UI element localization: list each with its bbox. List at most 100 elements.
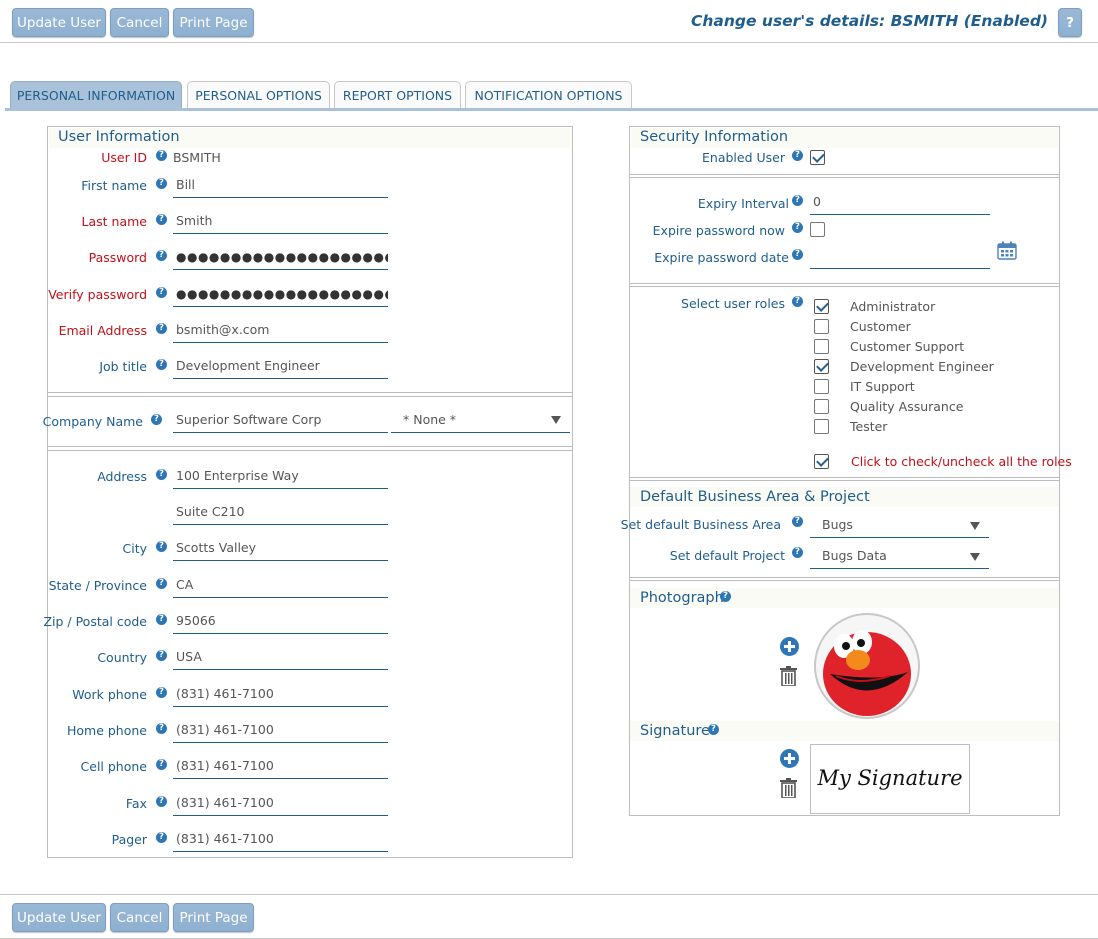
tab-personal-information[interactable]: PERSONAL INFORMATION <box>10 81 182 110</box>
print-page-button[interactable]: Print Page <box>173 903 254 932</box>
help-icon[interactable]: ? <box>792 516 803 527</box>
password-field[interactable]: ●●●●●●●●●●●●●●●●●●●● <box>173 246 388 270</box>
role-development-engineer-label: Development Engineer <box>850 359 994 374</box>
country-field[interactable]: USA <box>173 646 388 670</box>
tab-personal-options[interactable]: PERSONAL OPTIONS <box>187 81 330 109</box>
update-user-button[interactable]: Update User <box>12 903 106 932</box>
expiry-interval-label: Expiry Interval <box>697 196 789 211</box>
expiry-interval-field[interactable]: 0 <box>810 191 990 215</box>
divider <box>48 392 572 393</box>
first-name-field[interactable]: Bill <box>173 174 388 198</box>
delete-signature-icon[interactable] <box>780 778 797 798</box>
print-page-button[interactable]: Print Page <box>173 8 254 37</box>
cancel-button[interactable]: Cancel <box>110 8 169 37</box>
zip-field[interactable]: 95066 <box>173 610 388 634</box>
address-line2-field[interactable]: Suite C210 <box>173 501 388 525</box>
help-icon[interactable]: ? <box>720 591 731 602</box>
help-icon[interactable]: ? <box>156 541 167 552</box>
help-icon[interactable]: ? <box>156 250 167 261</box>
signature-image: My Signature <box>817 766 963 790</box>
calendar-icon[interactable] <box>997 241 1017 260</box>
help-icon[interactable]: ? <box>792 195 803 206</box>
expire-date-field[interactable] <box>810 245 990 269</box>
zip-label: Zip / Postal code <box>43 614 147 629</box>
chevron-down-icon[interactable] <box>970 553 980 561</box>
state-field[interactable]: CA <box>173 574 388 598</box>
expire-now-checkbox[interactable] <box>810 222 825 237</box>
help-button[interactable]: ? <box>1058 8 1082 37</box>
user-information-panel: User Information <box>47 126 573 858</box>
help-icon[interactable]: ? <box>792 222 803 233</box>
help-icon[interactable]: ? <box>156 759 167 770</box>
email-field[interactable]: bsmith@x.com <box>173 319 388 343</box>
tab-bar-underline <box>5 108 1098 111</box>
city-field[interactable]: Scotts Valley <box>173 537 388 561</box>
help-icon[interactable]: ? <box>156 178 167 189</box>
cancel-button[interactable]: Cancel <box>110 903 169 932</box>
pager-label: Pager <box>111 832 147 847</box>
role-administrator-checkbox[interactable] <box>814 299 829 314</box>
help-icon[interactable]: ? <box>156 687 167 698</box>
default-project-label: Set default Project <box>669 548 785 563</box>
delete-photo-icon[interactable] <box>780 666 797 686</box>
divider <box>48 396 572 397</box>
help-icon[interactable]: ? <box>156 614 167 625</box>
add-signature-icon[interactable] <box>780 749 799 768</box>
signature-box: My Signature <box>810 744 970 814</box>
toggle-all-roles-label[interactable]: Click to check/uncheck all the roles <box>851 454 1072 469</box>
toggle-all-roles-checkbox[interactable] <box>814 454 829 469</box>
help-icon[interactable]: ? <box>792 296 803 307</box>
role-quality-assurance-label: Quality Assurance <box>850 399 964 414</box>
role-customer-checkbox[interactable] <box>814 319 829 334</box>
chevron-down-icon[interactable] <box>970 522 980 530</box>
help-icon[interactable]: ? <box>156 359 167 370</box>
help-icon[interactable]: ? <box>156 832 167 843</box>
tab-notification-options[interactable]: NOTIFICATION OPTIONS <box>465 81 632 109</box>
pager-field[interactable]: (831) 461-7100 <box>173 828 388 852</box>
role-it-support-checkbox[interactable] <box>814 379 829 394</box>
help-icon[interactable]: ? <box>792 150 803 161</box>
help-icon[interactable]: ? <box>792 547 803 558</box>
bottom-divider <box>0 894 1098 895</box>
help-icon[interactable]: ? <box>156 150 167 161</box>
job-title-field[interactable]: Development Engineer <box>173 355 388 379</box>
default-business-area-label: Set default Business Area <box>620 517 781 532</box>
fax-field[interactable]: (831) 461-7100 <box>173 792 388 816</box>
help-icon[interactable]: ? <box>156 469 167 480</box>
help-icon[interactable]: ? <box>156 323 167 334</box>
chevron-down-icon[interactable] <box>551 416 561 424</box>
help-icon[interactable]: ? <box>156 214 167 225</box>
help-icon[interactable]: ? <box>156 287 167 298</box>
role-tester-checkbox[interactable] <box>814 419 829 434</box>
last-name-field[interactable]: Smith <box>173 210 388 234</box>
cell-phone-field[interactable]: (831) 461-7100 <box>173 755 388 779</box>
help-icon[interactable]: ? <box>792 249 803 260</box>
last-name-label: Last name <box>81 214 147 229</box>
work-phone-label: Work phone <box>72 687 147 702</box>
photograph-title: Photograph <box>640 590 724 606</box>
expire-now-label: Expire password now <box>652 223 785 238</box>
project-select[interactable]: Bugs Data <box>810 545 989 569</box>
help-icon[interactable]: ? <box>151 414 162 425</box>
company-select[interactable]: * None * <box>391 409 570 433</box>
add-photo-icon[interactable] <box>780 637 799 656</box>
role-development-engineer-checkbox[interactable] <box>814 359 829 374</box>
role-customer-support-checkbox[interactable] <box>814 339 829 354</box>
address-line1-field[interactable]: 100 Enterprise Way <box>173 465 388 489</box>
home-phone-field[interactable]: (831) 461-7100 <box>173 719 388 743</box>
work-phone-field[interactable]: (831) 461-7100 <box>173 683 388 707</box>
help-icon[interactable]: ? <box>156 723 167 734</box>
enabled-user-checkbox[interactable] <box>810 150 825 165</box>
divider <box>48 446 572 447</box>
tab-report-options[interactable]: REPORT OPTIONS <box>334 81 461 109</box>
signature-title: Signature <box>640 723 710 739</box>
verify-password-field[interactable]: ●●●●●●●●●●●●●●●●●●●● <box>173 283 388 307</box>
role-quality-assurance-checkbox[interactable] <box>814 399 829 414</box>
help-icon[interactable]: ? <box>156 650 167 661</box>
help-icon[interactable]: ? <box>156 796 167 807</box>
help-icon[interactable]: ? <box>708 724 719 735</box>
update-user-button[interactable]: Update User <box>12 8 106 37</box>
company-name-field[interactable]: Superior Software Corp <box>173 409 388 433</box>
business-area-select[interactable]: Bugs <box>810 514 989 538</box>
help-icon[interactable]: ? <box>156 578 167 589</box>
